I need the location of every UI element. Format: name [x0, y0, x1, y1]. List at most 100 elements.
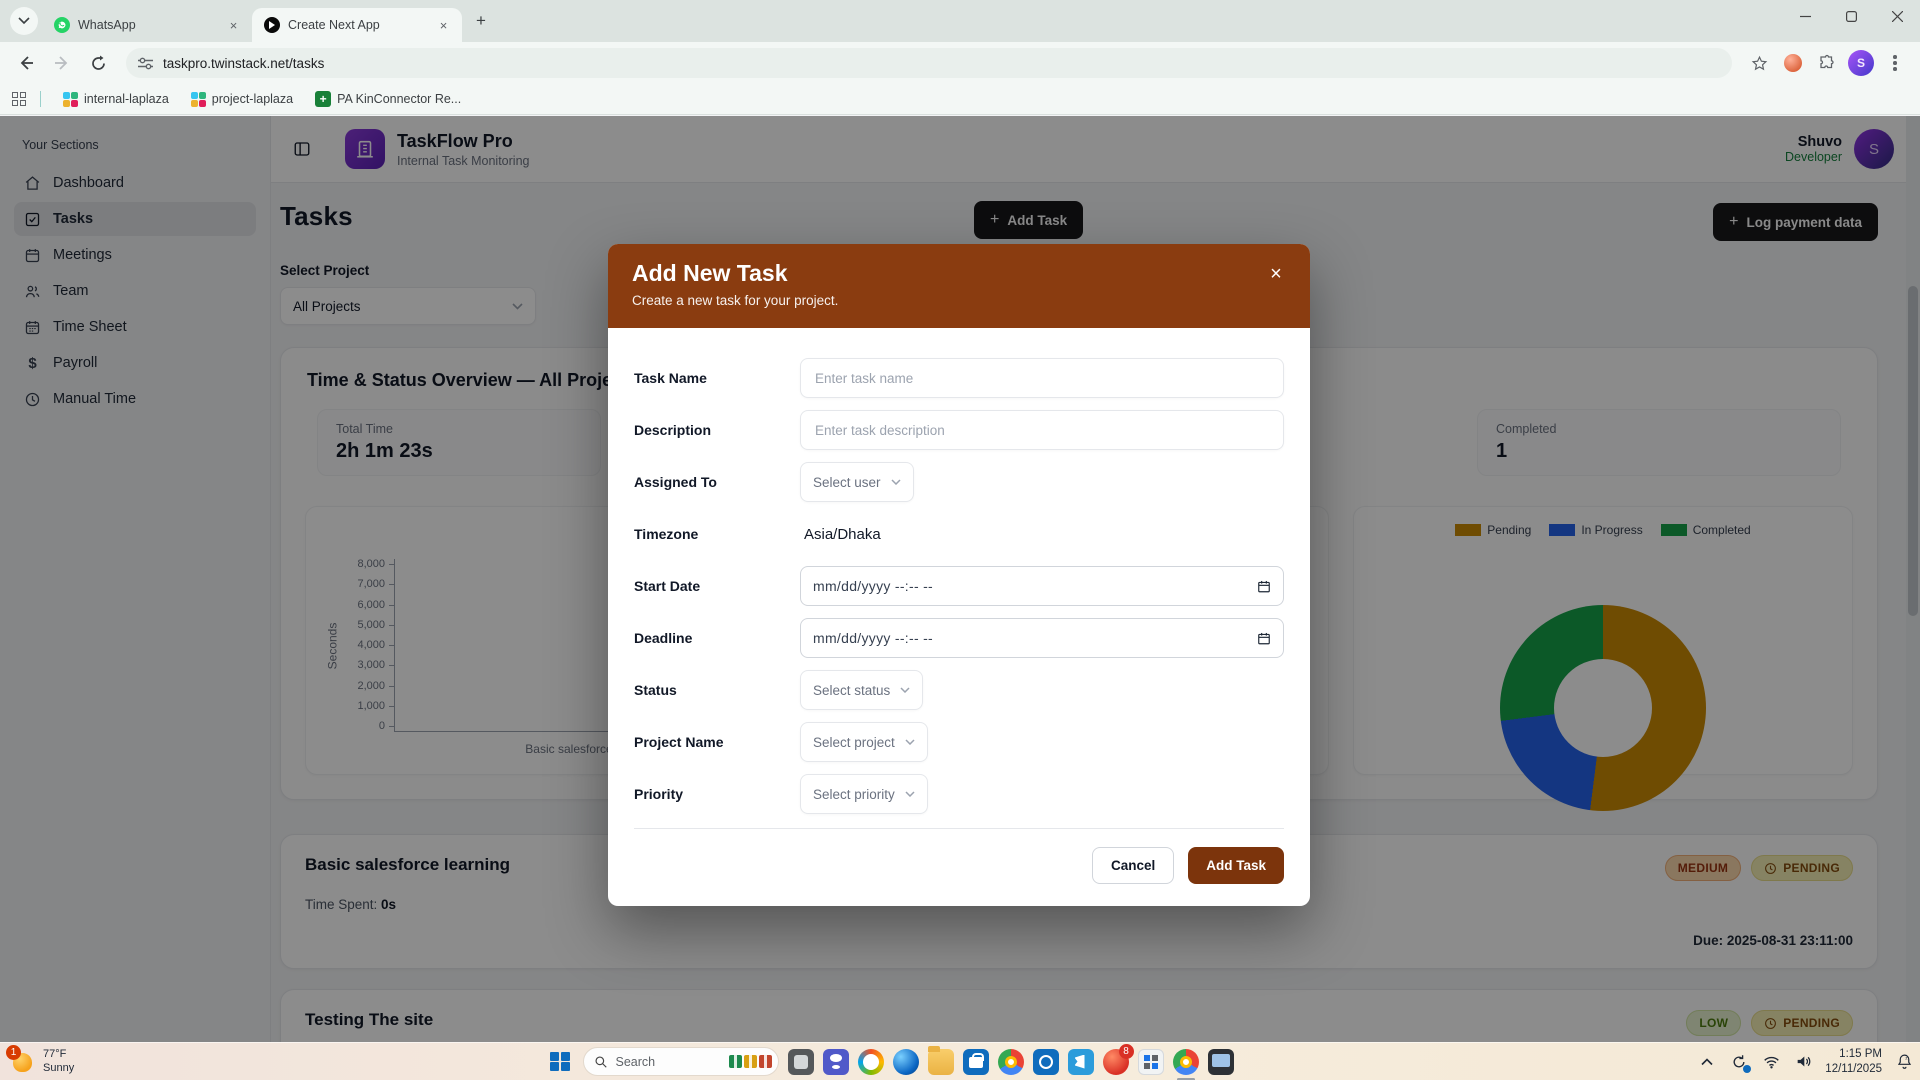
cancel-button[interactable]: Cancel — [1092, 847, 1174, 884]
calendar-icon[interactable] — [1257, 631, 1271, 646]
copilot-icon[interactable] — [858, 1049, 884, 1075]
tab-whatsapp[interactable]: WhatsApp × — [42, 8, 252, 42]
notification-badge: 1 — [6, 1045, 21, 1060]
priority-select[interactable]: Select priority — [800, 774, 928, 814]
window-controls — [1782, 0, 1920, 32]
assigned-to-select[interactable]: Select user — [800, 462, 914, 502]
field-start-date: Start Date mm/dd/yyyy --:-- -- — [634, 566, 1284, 606]
tab-create-next-app[interactable]: Create Next App × — [252, 8, 462, 42]
deadline-input[interactable]: mm/dd/yyyy --:-- -- — [800, 618, 1284, 658]
extensions-puzzle-icon[interactable] — [1812, 48, 1842, 78]
holiday-gifts-icon — [729, 1055, 772, 1068]
new-tab-button[interactable]: + — [468, 8, 494, 34]
chrome-active-icon[interactable] — [1173, 1049, 1199, 1075]
app-notification-badge: 8 — [1119, 1044, 1134, 1059]
microsoft-store-icon[interactable] — [963, 1049, 989, 1075]
window-maximize-button[interactable] — [1828, 0, 1874, 32]
field-timezone: Timezone Asia/Dhaka — [634, 514, 1284, 554]
tab-search-button[interactable] — [10, 7, 38, 35]
site-settings-icon — [138, 57, 153, 70]
window-close-button[interactable] — [1874, 0, 1920, 32]
modal-body: Task Name Description Assigned To Select… — [608, 328, 1310, 814]
edge-icon[interactable] — [893, 1049, 919, 1075]
tab-close-icon[interactable]: × — [435, 17, 452, 34]
url-text: taskpro.twinstack.net/tasks — [163, 56, 324, 71]
virtual-machine-icon[interactable] — [1208, 1049, 1234, 1075]
search-placeholder: Search — [616, 1055, 721, 1069]
sync-status-icon[interactable] — [1729, 1049, 1749, 1075]
tray-chevron-up-icon[interactable] — [1697, 1049, 1717, 1075]
page-viewport: Your Sections Dashboard Tasks Meetings T… — [0, 116, 1920, 1042]
volume-icon[interactable] — [1793, 1049, 1813, 1075]
bookmark-project-laplaza[interactable]: project-laplaza — [183, 89, 301, 110]
chrome-icon[interactable] — [998, 1049, 1024, 1075]
close-icon[interactable]: × — [1262, 260, 1290, 288]
field-description: Description — [634, 410, 1284, 450]
teams-icon[interactable] — [823, 1049, 849, 1075]
status-select[interactable]: Select status — [800, 670, 923, 710]
task-view-icon[interactable] — [788, 1049, 814, 1075]
tray-clock[interactable]: 1:15 PM 12/11/2025 — [1825, 1047, 1882, 1077]
forward-button[interactable] — [46, 47, 78, 79]
address-bar[interactable]: taskpro.twinstack.net/tasks — [126, 48, 1732, 78]
browser-menu-icon[interactable] — [1880, 48, 1910, 78]
wifi-icon[interactable] — [1761, 1049, 1781, 1075]
back-button[interactable] — [10, 47, 42, 79]
modal-header: Add New Task Create a new task for your … — [608, 244, 1310, 328]
chevron-down-icon — [900, 687, 910, 693]
mail-app-icon[interactable]: 8 — [1103, 1049, 1129, 1075]
browser-chrome: WhatsApp × Create Next App × + taskpro.t… — [0, 0, 1920, 115]
calendar-icon[interactable] — [1257, 579, 1271, 594]
field-assigned-to: Assigned To Select user — [634, 462, 1284, 502]
field-deadline: Deadline mm/dd/yyyy --:-- -- — [634, 618, 1284, 658]
chevron-down-icon — [905, 739, 915, 745]
start-button[interactable] — [546, 1048, 574, 1076]
search-icon — [594, 1055, 608, 1069]
description-input[interactable] — [800, 410, 1284, 450]
bookmark-internal-laplaza[interactable]: internal-laplaza — [55, 89, 177, 110]
window-minimize-button[interactable] — [1782, 0, 1828, 32]
nextjs-icon — [264, 17, 280, 33]
modal-footer: Cancel Add Task — [634, 828, 1284, 884]
add-task-modal: Add New Task Create a new task for your … — [608, 244, 1310, 906]
file-explorer-icon[interactable] — [928, 1049, 954, 1075]
bookmark-pa-kinconnector[interactable]: + PA KinConnector Re... — [307, 88, 469, 110]
tray-date: 12/11/2025 — [1825, 1062, 1882, 1077]
project-select[interactable]: Select project — [800, 722, 928, 762]
taskbar-search[interactable]: Search — [583, 1047, 779, 1076]
windows-taskbar: 1 77°F Sunny Search 8 — [0, 1042, 1920, 1080]
field-task-name: Task Name — [634, 358, 1284, 398]
bookmarks-divider — [40, 91, 41, 107]
chevron-down-icon — [905, 791, 915, 797]
whatsapp-icon — [54, 17, 70, 33]
tab-close-icon[interactable]: × — [225, 17, 242, 34]
modal-subtitle: Create a new task for your project. — [632, 293, 1286, 308]
browser-toolbar: taskpro.twinstack.net/tasks S — [0, 42, 1920, 84]
reload-button[interactable] — [82, 47, 114, 79]
taskbar-center: Search 8 — [546, 1043, 1234, 1080]
grid-app-icon[interactable] — [1138, 1049, 1164, 1075]
tray-time: 1:15 PM — [1825, 1047, 1882, 1062]
sheet-icon: + — [315, 91, 331, 107]
timezone-value: Asia/Dhaka — [800, 526, 881, 543]
field-project-name: Project Name Select project — [634, 722, 1284, 762]
outlook-icon[interactable] — [1033, 1049, 1059, 1075]
weather-sun-icon: 1 — [10, 1049, 36, 1075]
desktop-screen: WhatsApp × Create Next App × + taskpro.t… — [0, 0, 1920, 1080]
task-name-input[interactable] — [800, 358, 1284, 398]
submit-add-task-button[interactable]: Add Task — [1188, 847, 1284, 884]
notification-bell-icon[interactable]: z — [1894, 1049, 1914, 1075]
browser-profile-avatar[interactable]: S — [1846, 48, 1876, 78]
weather-temp: 77°F — [43, 1048, 74, 1062]
weather-widget[interactable]: 1 77°F Sunny — [0, 1048, 170, 1076]
system-tray: 1:15 PM 12/11/2025 z — [1697, 1043, 1914, 1080]
start-date-input[interactable]: mm/dd/yyyy --:-- -- — [800, 566, 1284, 606]
vscode-icon[interactable] — [1068, 1049, 1094, 1075]
pinned-extension-icon[interactable] — [1778, 48, 1808, 78]
tab-title: Create Next App — [288, 18, 427, 32]
modal-title: Add New Task — [632, 260, 1286, 287]
weather-condition: Sunny — [43, 1062, 74, 1076]
bookmarks-bar: internal-laplaza project-laplaza + PA Ki… — [0, 84, 1920, 115]
apps-grid-icon[interactable] — [12, 92, 26, 106]
bookmark-star-icon[interactable] — [1744, 48, 1774, 78]
